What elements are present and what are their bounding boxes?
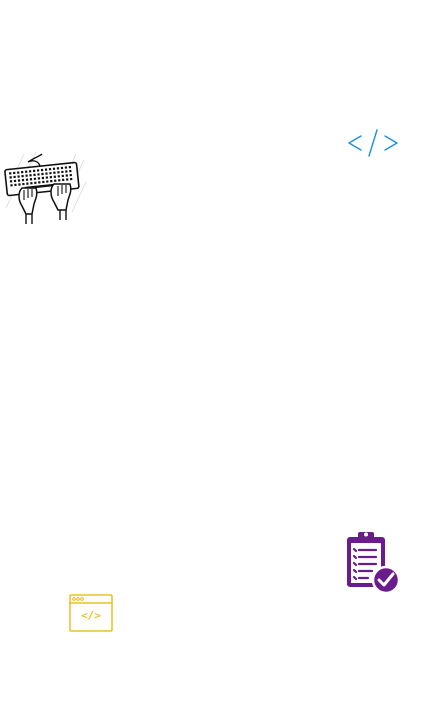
keyboard-typing-hands-icon [4,151,87,224]
code-window-icon: </> [69,594,113,632]
code-window-label: </> [81,609,101,622]
icon-canvas: </> [0,0,425,709]
code-tag-icon [348,129,398,157]
clipboard-checklist-icon [347,532,401,595]
